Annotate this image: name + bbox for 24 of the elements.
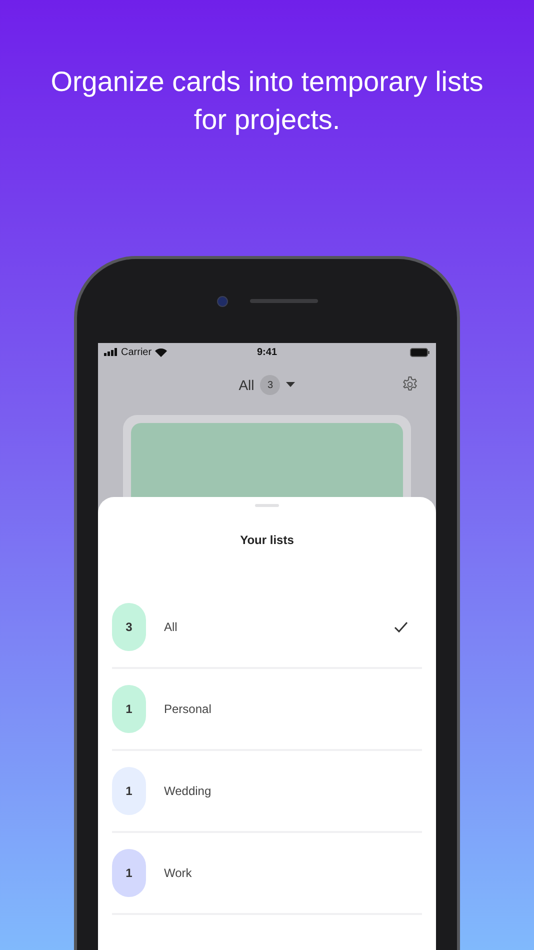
list-picker[interactable]: All 3 <box>238 375 296 395</box>
count-badge: 1 <box>112 849 146 897</box>
count-badge: 1 <box>112 767 146 815</box>
list-item[interactable]: 1 Work <box>112 833 422 915</box>
wifi-icon <box>154 348 167 356</box>
status-time: 9:41 <box>257 346 278 358</box>
list-name: All <box>164 620 178 634</box>
list-name: Personal <box>164 702 212 716</box>
headline: Organize cards into temporary lists for projects. <box>50 65 484 137</box>
camera-icon <box>216 296 228 306</box>
list-item[interactable]: 1 Personal <box>112 669 422 751</box>
list-name: Work <box>164 866 193 880</box>
battery-icon <box>410 348 430 356</box>
carrier-name: Carrier <box>121 346 152 358</box>
list-item[interactable]: 1 Wedding <box>112 751 422 833</box>
settings-icon[interactable] <box>402 376 418 392</box>
sheet-title: Your lists <box>239 533 295 547</box>
list-name: Wedding <box>164 784 212 798</box>
count-badge: 3 <box>112 603 146 651</box>
count-badge: 1 <box>112 685 146 733</box>
list-item[interactable]: 3 All <box>112 587 422 669</box>
signal-icon <box>104 348 118 356</box>
speaker-grille <box>250 299 318 303</box>
caret-icon <box>286 382 296 388</box>
